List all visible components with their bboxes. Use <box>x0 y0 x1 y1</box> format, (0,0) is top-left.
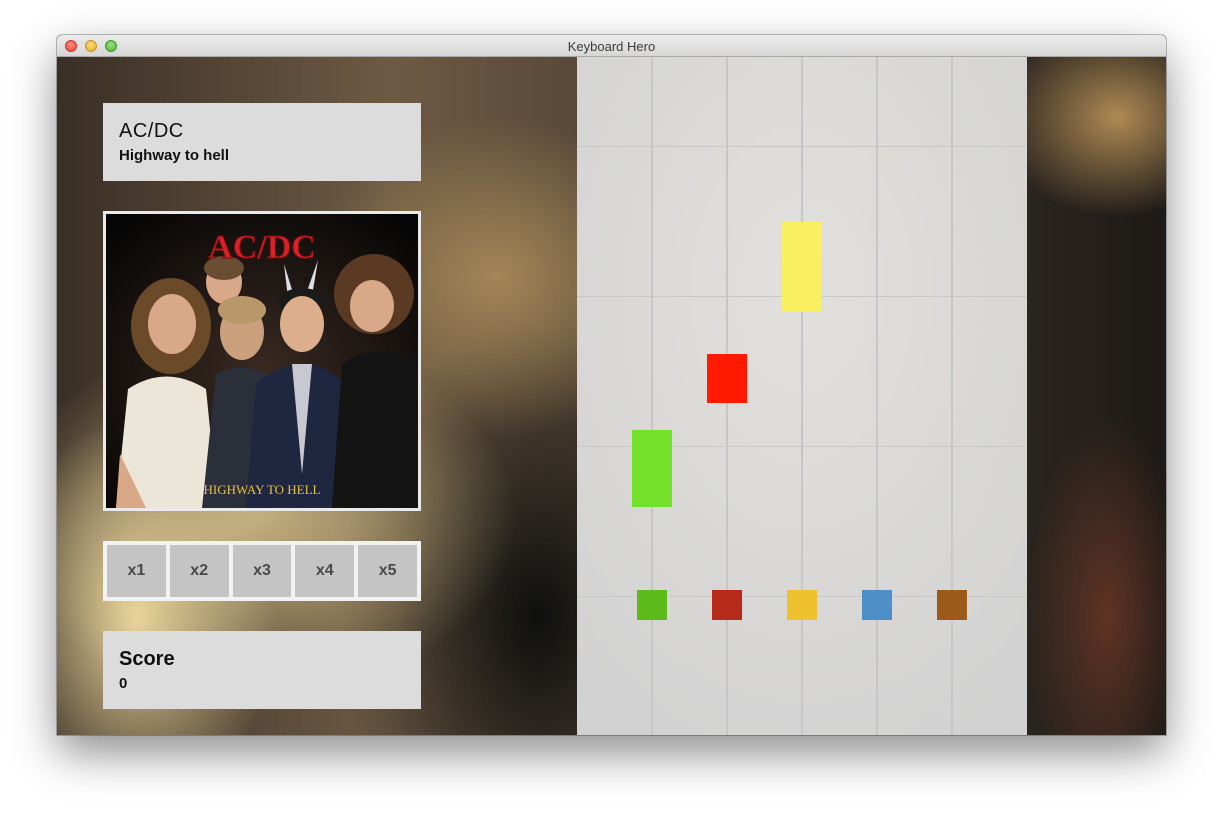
score-label: Score <box>119 648 175 670</box>
album-cover: AC/DC HIGHWAY TO HELL <box>103 211 421 511</box>
note-highway <box>577 57 1027 735</box>
song-title: Highway to hell <box>119 147 230 164</box>
lane-divider <box>801 57 803 735</box>
album-logo: AC/DC <box>208 229 316 266</box>
score-value: 0 <box>119 675 128 692</box>
title-bar: Keyboard Hero <box>57 35 1166 57</box>
falling-note <box>707 354 747 403</box>
multiplier-x2-button[interactable]: x2 <box>169 545 229 597</box>
hit-target-green[interactable] <box>637 590 667 620</box>
note-highway-canvas <box>577 57 1027 735</box>
multiplier-x3-button[interactable]: x3 <box>232 545 292 597</box>
lane-divider <box>876 57 878 735</box>
multiplier-x5-button[interactable]: x5 <box>358 545 417 597</box>
score-card: Score 0 <box>103 631 421 709</box>
album-art-image: AC/DC HIGHWAY TO HELL <box>106 214 418 508</box>
hit-target-blue[interactable] <box>862 590 892 620</box>
lane-divider <box>951 57 953 735</box>
speed-multiplier-group: x1 x2 x3 x4 x5 <box>103 541 421 601</box>
lane-divider <box>651 57 653 735</box>
falling-note <box>632 430 672 507</box>
song-info-card: AC/DC Highway to hell <box>103 103 421 181</box>
artist-name: AC/DC <box>119 120 184 142</box>
multiplier-x1-button[interactable]: x1 <box>107 545 166 597</box>
window-title: Keyboard Hero <box>567 39 656 54</box>
app-window: Keyboard Hero AC/DC Highway to hell AC/D… <box>57 35 1166 735</box>
album-caption: HIGHWAY TO HELL <box>204 482 321 497</box>
game-area: AC/DC Highway to hell AC/DC HIGHWAY TO H… <box>57 57 1166 735</box>
multiplier-x4-button[interactable]: x4 <box>295 545 355 597</box>
hit-target-yellow[interactable] <box>787 590 817 620</box>
falling-note <box>782 222 822 312</box>
hit-target-orange[interactable] <box>937 590 967 620</box>
beat-line <box>577 146 1027 147</box>
hit-target-red[interactable] <box>712 590 742 620</box>
